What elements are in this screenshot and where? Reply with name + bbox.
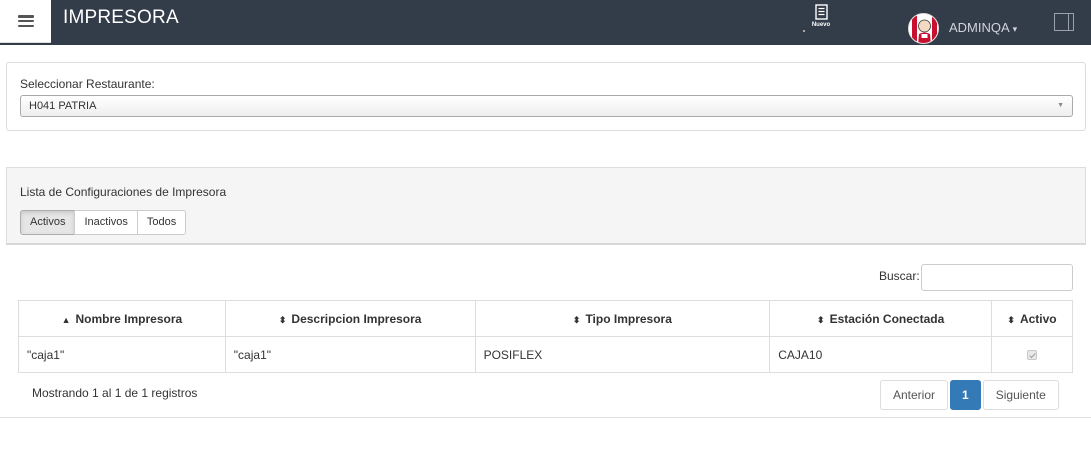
cell-tipo: POSIFLEX [474, 336, 771, 373]
new-button-label: Nuevo [811, 22, 831, 28]
column-header-tipo[interactable]: ⬍ Tipo Impresora [474, 300, 771, 337]
config-list-panel: Lista de Configuraciones de Impresora Ac… [6, 167, 1086, 245]
pagination-prev-button[interactable]: Anterior [880, 380, 949, 410]
select-arrow-icon: ▼ [1057, 102, 1064, 109]
pagination: Anterior 1 Siguiente [880, 380, 1061, 410]
menu-toggle-button[interactable] [0, 0, 51, 43]
restaurant-label: Seleccionar Restaurante: [20, 77, 155, 91]
column-header-nombre[interactable]: ▲ Nombre Impresora [18, 300, 226, 337]
config-list-title: Lista de Configuraciones de Impresora [20, 185, 227, 199]
new-button[interactable]: Nuevo [803, 4, 836, 34]
column-label: Estación Conectada [829, 311, 945, 326]
column-label: Descripcion Impresora [291, 311, 422, 326]
page-title: IMPRESORA [63, 7, 179, 28]
search-label: Buscar: [879, 269, 920, 283]
column-header-activo[interactable]: ⬍ Activo [991, 300, 1073, 337]
pagination-next-button[interactable]: Siguiente [982, 380, 1059, 410]
filter-button-group: Activos Inactivos Todos [20, 210, 187, 235]
table-row[interactable]: "caja1" "caja1" POSIFLEX CAJA10 [18, 336, 1073, 373]
table-info: Mostrando 1 al 1 de 1 registros [32, 386, 198, 400]
avatar-logo-icon [909, 14, 938, 43]
column-label: Tipo Impresora [585, 311, 672, 326]
document-icon [814, 4, 828, 20]
printer-table: ▲ Nombre Impresora ⬍ Descripcion Impresora… [18, 300, 1073, 373]
sidebar-toggle-icon[interactable] [1054, 13, 1074, 31]
sort-icon: ⬍ [278, 314, 287, 325]
column-label: Activo [1019, 311, 1057, 326]
column-label: Nombre Impresora [75, 311, 183, 326]
filter-inactivos-button[interactable]: Inactivos [74, 210, 138, 235]
restaurant-selector-panel: Seleccionar Restaurante: H041 PATRIA ▼ [6, 62, 1086, 131]
hamburger-icon [17, 15, 34, 27]
restaurant-selected-value: H041 PATRIA [29, 100, 97, 112]
table-header-row: ▲ Nombre Impresora ⬍ Descripcion Impresora… [18, 300, 1073, 337]
restaurant-select[interactable]: H041 PATRIA ▼ [20, 95, 1073, 117]
caret-down-icon: ▾ [1012, 24, 1018, 34]
cell-descripcion: "caja1" [224, 336, 476, 373]
pagination-page-button[interactable]: 1 [950, 380, 981, 410]
cell-nombre: "caja1" [18, 336, 226, 373]
column-header-descripcion[interactable]: ⬍ Descripcion Impresora [224, 300, 476, 337]
separator-dot [803, 30, 805, 32]
column-header-estacion[interactable]: ⬍ Estación Conectada [769, 300, 993, 337]
top-navbar: IMPRESORA Nuevo ADMINQA ▾ [0, 0, 1091, 45]
user-name: ADMINQA [949, 20, 1010, 35]
sort-icon: ⬍ [817, 314, 825, 325]
printer-table-section: Buscar: ▲ Nombre Impresora ⬍ Descripcion I… [0, 245, 1091, 418]
search-input[interactable] [921, 264, 1073, 291]
user-menu[interactable]: ADMINQA ▾ [949, 20, 1017, 35]
activo-checkbox [1027, 350, 1038, 361]
filter-activos-button[interactable]: Activos [20, 210, 76, 235]
filter-todos-button[interactable]: Todos [136, 210, 187, 235]
sort-asc-icon: ▲ [61, 314, 71, 325]
sort-icon: ⬍ [572, 314, 581, 325]
cell-activo [991, 336, 1073, 373]
avatar[interactable] [908, 13, 939, 44]
sort-icon: ⬍ [1007, 314, 1015, 325]
cell-estacion: CAJA10 [769, 336, 993, 373]
